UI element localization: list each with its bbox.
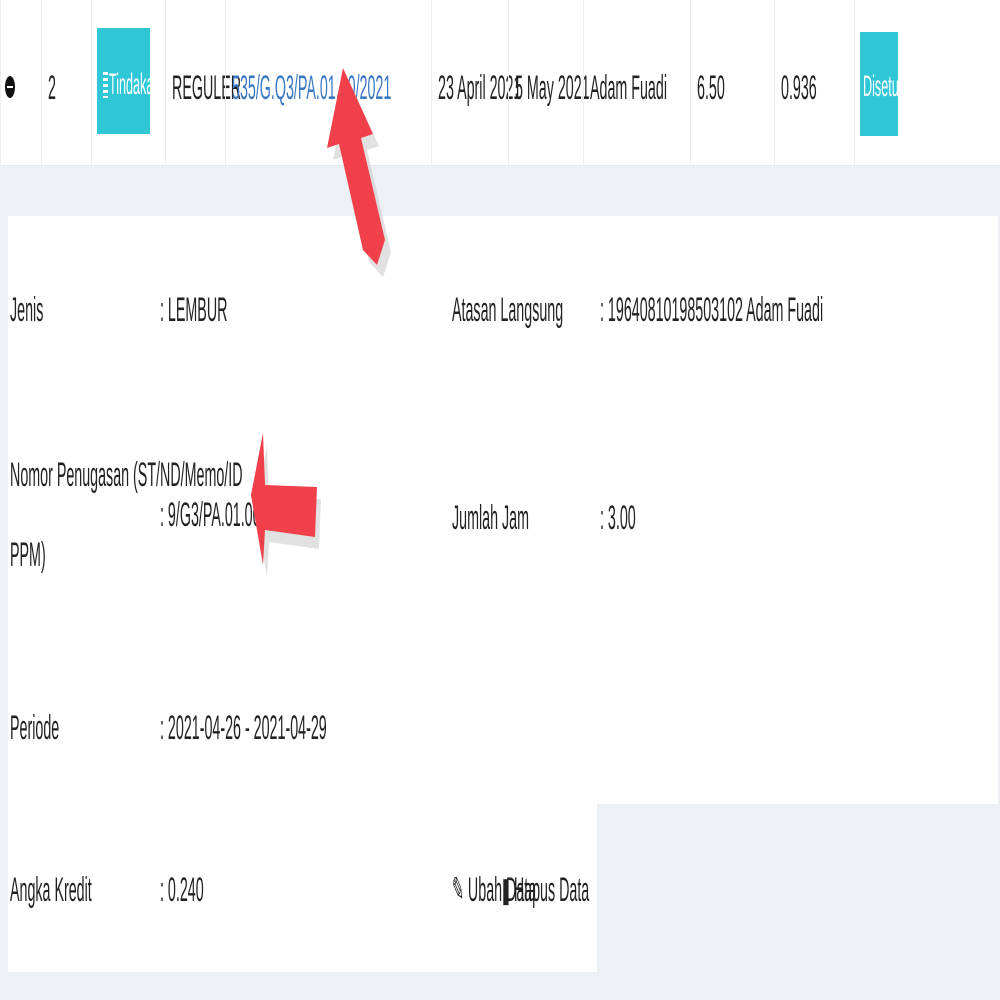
row-number-cell: 2: [41, 0, 91, 165]
end-date: 5 May 2021: [515, 69, 590, 107]
angka-label: Angka Kredit: [10, 871, 92, 909]
start-date-cell: 23 April 2021: [431, 0, 521, 165]
action-cell: Tindakan ▾: [91, 0, 170, 165]
status-badge-label: Disetujui: [863, 70, 912, 103]
angka-value: : 0.240: [160, 871, 204, 909]
nomor-label-line1: Nomor Penugasan (ST/ND/Memo/ID: [10, 456, 243, 494]
delete-data-label: Hapus Data: [513, 871, 590, 909]
atasan-value: : 19640810198503102 Adam Fuadi: [600, 291, 824, 329]
table-row: 2 Tindakan ▾ REGULER 535/G.Q3/PA.01.00/2…: [0, 0, 1000, 166]
jumlah-label: Jumlah Jam: [452, 499, 529, 537]
status-cell: Disetujui: [854, 0, 1000, 165]
type-cell: REGULER: [165, 0, 241, 165]
action-button-label: Tindakan ▾: [109, 68, 171, 101]
hours-cell: 6.50: [690, 0, 774, 165]
red-arrow-up-icon: [327, 68, 391, 277]
action-dropdown-button[interactable]: Tindakan ▾: [97, 28, 170, 134]
end-date-cell: 5 May 2021: [508, 0, 590, 165]
atasan-label: Atasan Langsung: [452, 291, 564, 329]
delete-data-link[interactable]: ▮ Hapus Data: [502, 870, 589, 910]
person-cell: Adam Fuadi: [583, 0, 690, 165]
jumlah-value: : 3.00: [600, 499, 636, 537]
jenis-value: : LEMBUR: [160, 291, 228, 329]
hours-value: 6.50: [697, 69, 725, 107]
periode-label: Periode: [10, 709, 60, 747]
list-icon: [103, 72, 108, 98]
red-arrow-left-icon: [251, 433, 321, 577]
credit-cell: 0.936: [774, 0, 854, 165]
status-badge: Disetujui: [860, 32, 911, 136]
row-number: 2: [48, 69, 56, 107]
periode-value: : 2021-04-26 - 2021-04-29: [160, 709, 327, 747]
minus-circle-icon[interactable]: [5, 76, 15, 98]
nomor-label-line2: PPM): [10, 536, 46, 574]
jenis-label: Jenis: [10, 291, 44, 329]
expand-cell: [0, 0, 41, 165]
credit-value: 0.936: [781, 69, 817, 107]
person-name: Adam Fuadi: [590, 69, 667, 107]
